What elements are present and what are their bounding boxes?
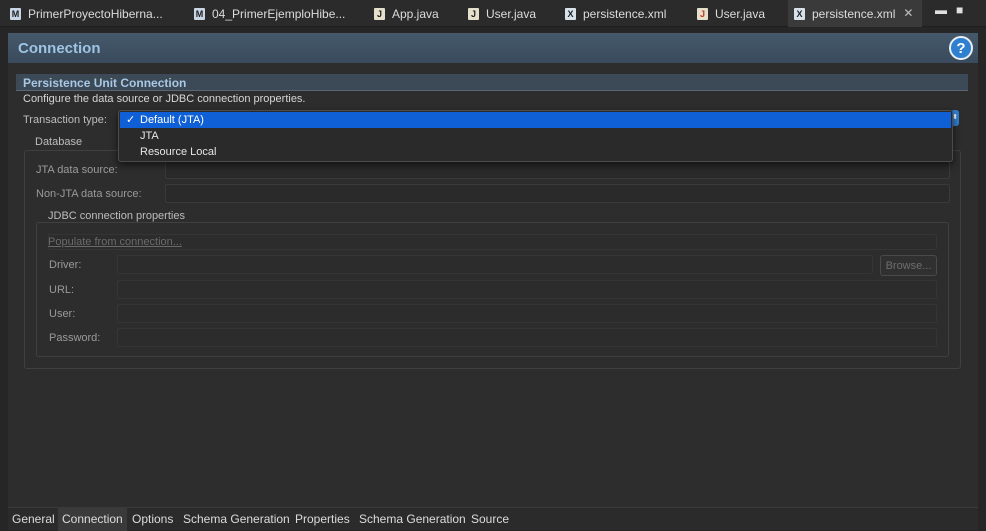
java-error-file-icon: J bbox=[697, 7, 708, 20]
driver-label: Driver: bbox=[49, 259, 82, 271]
tab-persistence-xml[interactable]: X persistence.xml bbox=[565, 0, 666, 27]
editor-page-tabs: General Connection Options Schema Genera… bbox=[8, 507, 978, 531]
editor-tab-bar: M PrimerProyectoHiberna... M 04_PrimerEj… bbox=[0, 0, 986, 27]
populate-from-connection-link[interactable]: Populate from connection... bbox=[48, 236, 182, 248]
java-file-icon: J bbox=[468, 7, 479, 20]
connection-editor: Connection ? Persistence Unit Connection… bbox=[8, 33, 978, 507]
section-header[interactable]: Persistence Unit Connection bbox=[16, 74, 968, 91]
tab-label: User.java bbox=[715, 6, 766, 21]
option-default-jta[interactable]: ✓ Default (JTA) bbox=[120, 112, 951, 128]
tab-app-java[interactable]: J App.java bbox=[374, 0, 439, 27]
page-header: Connection ? bbox=[8, 33, 978, 63]
tab-source[interactable]: Source bbox=[471, 512, 509, 526]
section-title: Persistence Unit Connection bbox=[23, 76, 187, 90]
minimize-icon[interactable]: ▬ bbox=[935, 3, 947, 17]
close-icon[interactable]: ✕ bbox=[903, 7, 914, 19]
user-label: User: bbox=[49, 308, 76, 320]
tab-label: persistence.xml bbox=[812, 6, 896, 21]
tab-schema-generation[interactable]: Schema Generation bbox=[183, 512, 290, 526]
tab-properties[interactable]: Properties bbox=[295, 512, 350, 526]
jdbc-group-title: JDBC connection properties bbox=[45, 210, 188, 222]
url-field[interactable] bbox=[117, 280, 937, 299]
xml-file-icon: X bbox=[565, 7, 576, 20]
jta-data-source-label: JTA data source: bbox=[36, 164, 118, 176]
java-file-icon: J bbox=[374, 7, 385, 20]
maximize-icon[interactable]: ■ bbox=[956, 3, 963, 17]
browse-button[interactable]: Browse... bbox=[880, 255, 937, 276]
database-group-title: Database bbox=[32, 136, 86, 148]
option-label: Resource Local bbox=[140, 146, 217, 158]
manifest-icon: M bbox=[194, 7, 205, 20]
xml-file-icon: X bbox=[794, 7, 805, 20]
transaction-type-label: Transaction type: bbox=[23, 114, 107, 126]
tab-label: persistence.xml bbox=[583, 6, 667, 21]
page-title: Connection bbox=[18, 40, 101, 57]
password-field[interactable] bbox=[117, 328, 937, 347]
option-resource-local[interactable]: Resource Local bbox=[120, 144, 951, 160]
user-field[interactable] bbox=[117, 304, 937, 323]
non-jta-data-source-label: Non-JTA data source: bbox=[36, 188, 142, 200]
tab-user-java[interactable]: J User.java bbox=[468, 0, 536, 27]
tab-label: PrimerProyectoHiberna... bbox=[28, 6, 163, 21]
url-label: URL: bbox=[49, 284, 75, 296]
tab-04-primer-ejemplo[interactable]: M 04_PrimerEjemploHibe... bbox=[194, 0, 345, 27]
tab-user-java-error[interactable]: J User.java bbox=[697, 0, 765, 27]
non-jta-data-source-field[interactable] bbox=[165, 184, 950, 203]
checkmark-icon: ✓ bbox=[126, 114, 136, 126]
section-description: Configure the data source or JDBC connec… bbox=[23, 93, 306, 105]
password-label: Password: bbox=[49, 332, 101, 344]
driver-field[interactable] bbox=[117, 255, 873, 274]
option-label: Default (JTA) bbox=[140, 114, 204, 126]
tab-persistence-xml-active[interactable]: X persistence.xml ✕ bbox=[788, 0, 923, 27]
tab-label: 04_PrimerEjemploHibe... bbox=[212, 6, 346, 21]
tab-label: App.java bbox=[392, 6, 439, 21]
tab-general[interactable]: General bbox=[12, 512, 55, 526]
tab-schema-generation-2[interactable]: Schema Generation bbox=[359, 512, 466, 526]
option-label: JTA bbox=[140, 130, 159, 142]
help-icon[interactable]: ? bbox=[949, 36, 973, 60]
transaction-type-dropdown[interactable]: ✓ Default (JTA) JTA Resource Local bbox=[118, 110, 953, 162]
tab-label: User.java bbox=[486, 6, 537, 21]
option-jta[interactable]: JTA bbox=[120, 128, 951, 144]
tab-primer-proyecto-hibernate[interactable]: M PrimerProyectoHiberna... bbox=[10, 0, 163, 27]
jta-data-source-field[interactable] bbox=[165, 160, 950, 179]
manifest-icon: M bbox=[10, 7, 21, 20]
tab-connection[interactable]: Connection bbox=[58, 508, 127, 531]
tab-options[interactable]: Options bbox=[132, 512, 173, 526]
